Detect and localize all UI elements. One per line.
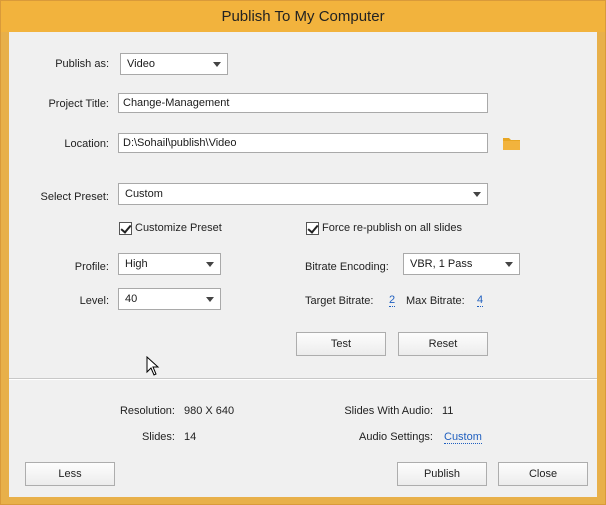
select-preset-label: Select Preset: bbox=[40, 191, 109, 203]
slides-label: Slides: bbox=[141, 431, 175, 443]
resolution-label: Resolution: bbox=[119, 405, 175, 417]
target-bitrate-label: Target Bitrate: bbox=[305, 295, 374, 307]
bitrate-encoding-value: VBR, 1 Pass bbox=[410, 258, 473, 270]
project-title-input[interactable]: Change-Management bbox=[118, 93, 488, 113]
max-bitrate-value[interactable]: 4 bbox=[477, 294, 484, 307]
target-bitrate-value[interactable]: 2 bbox=[389, 294, 396, 307]
dialog-title: Publish To My Computer bbox=[221, 8, 385, 25]
customize-preset-checkbox[interactable] bbox=[119, 222, 132, 235]
close-button[interactable]: Close bbox=[498, 462, 588, 486]
publish-dialog: Publish To My Computer Publish as: Video… bbox=[0, 0, 606, 505]
slides-with-audio-label: Slides With Audio: bbox=[344, 405, 433, 417]
section-divider-highlight bbox=[9, 379, 597, 380]
dropdown-caret-icon bbox=[505, 262, 513, 267]
folder-icon[interactable] bbox=[503, 136, 520, 150]
title-bar[interactable]: Publish To My Computer bbox=[1, 1, 605, 32]
project-title-label: Project Title: bbox=[48, 98, 109, 110]
less-button[interactable]: Less bbox=[25, 462, 115, 486]
audio-settings-link[interactable]: Custom bbox=[444, 431, 482, 444]
dropdown-caret-icon bbox=[213, 62, 221, 67]
location-input[interactable]: D:\Sohail\publish\Video bbox=[118, 133, 488, 153]
reset-button[interactable]: Reset bbox=[398, 332, 488, 356]
level-label: Level: bbox=[79, 295, 109, 307]
customize-preset-label[interactable]: Customize Preset bbox=[135, 222, 222, 234]
audio-settings-label: Audio Settings: bbox=[359, 431, 433, 443]
profile-label: Profile: bbox=[74, 261, 109, 273]
select-preset-value: Custom bbox=[125, 188, 163, 200]
publish-as-value: Video bbox=[127, 58, 155, 70]
resolution-value: 980 X 640 bbox=[184, 405, 235, 417]
profile-value: High bbox=[125, 258, 148, 270]
profile-select[interactable]: High bbox=[118, 253, 221, 275]
level-select[interactable]: 40 bbox=[118, 288, 221, 310]
dropdown-caret-icon bbox=[473, 192, 481, 197]
force-republish-checkbox[interactable] bbox=[306, 222, 319, 235]
mouse-cursor-icon bbox=[146, 356, 160, 376]
dropdown-caret-icon bbox=[206, 262, 214, 267]
select-preset-select[interactable]: Custom bbox=[118, 183, 488, 205]
slides-with-audio-value: 11 bbox=[442, 405, 454, 417]
bitrate-encoding-label: Bitrate Encoding: bbox=[305, 261, 389, 273]
level-value: 40 bbox=[125, 293, 138, 305]
bitrate-encoding-select[interactable]: VBR, 1 Pass bbox=[403, 253, 520, 275]
force-republish-label[interactable]: Force re-publish on all slides bbox=[322, 222, 462, 234]
publish-as-select[interactable]: Video bbox=[120, 53, 228, 75]
publish-button[interactable]: Publish bbox=[397, 462, 487, 486]
publish-as-label: Publish as: bbox=[55, 58, 109, 70]
checkmark-icon bbox=[307, 222, 319, 234]
dropdown-caret-icon bbox=[206, 297, 214, 302]
test-button[interactable]: Test bbox=[296, 332, 386, 356]
location-label: Location: bbox=[64, 138, 109, 150]
checkmark-icon bbox=[120, 222, 132, 234]
slides-value: 14 bbox=[184, 431, 197, 443]
dialog-body: Publish as: Video Project Title: Change-… bbox=[9, 32, 597, 497]
max-bitrate-label: Max Bitrate: bbox=[406, 295, 465, 307]
